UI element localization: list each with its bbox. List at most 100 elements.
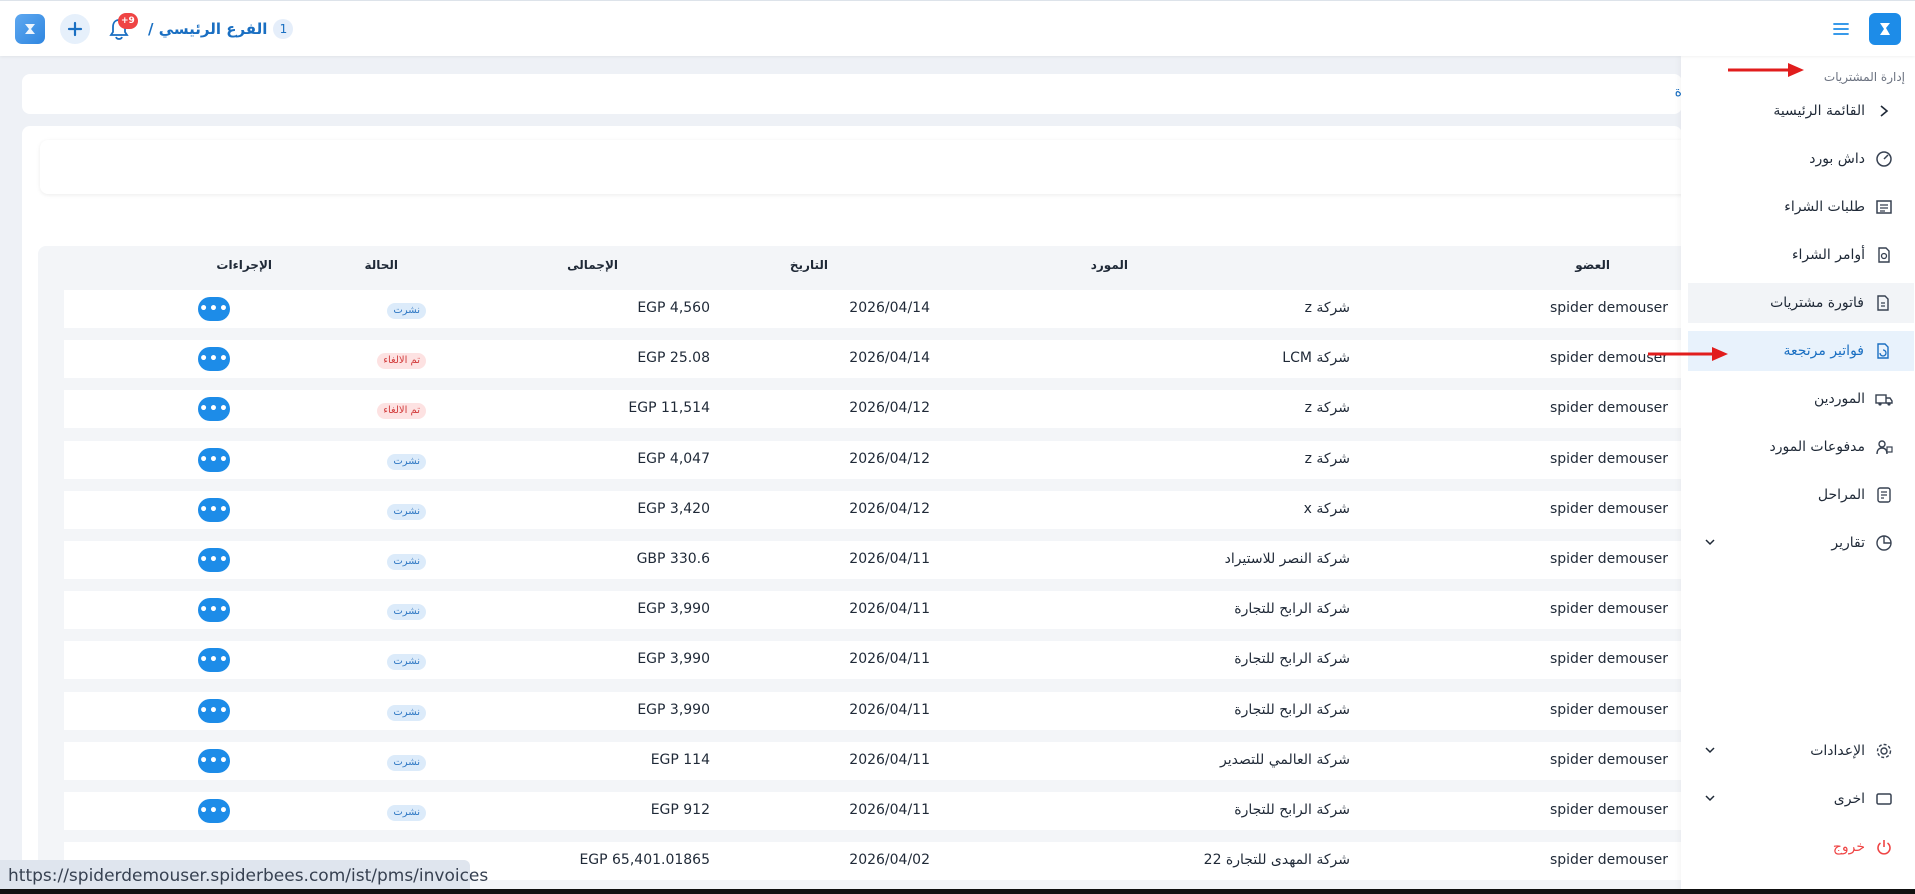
notification-count-badge: +9 bbox=[118, 13, 138, 29]
chevron-right-icon bbox=[1875, 102, 1893, 120]
cell-member: spider demouser bbox=[1549, 601, 1668, 618]
sidebar-item-reports[interactable]: تقارير bbox=[1689, 523, 1915, 563]
table-row[interactable]: spider demouser شركة الرابح للتجارة 2026/0… bbox=[64, 641, 1698, 680]
sidebar: إدارة المشتريات القائمة الرئيسية داش بور… bbox=[1681, 56, 1915, 894]
sidebar-item-label: اخرى bbox=[1833, 791, 1865, 807]
sidebar-item-suppliers[interactable]: الموردين bbox=[1689, 379, 1915, 419]
cell-member: spider demouser bbox=[1549, 751, 1668, 768]
cell-total: EGP 65,401.01865 bbox=[579, 852, 710, 869]
truck-icon bbox=[1875, 390, 1893, 408]
table-row[interactable]: spider demouser شركة z 2026/04/12 EGP 4,047… bbox=[64, 440, 1698, 479]
row-actions-button[interactable]: ••• bbox=[198, 497, 230, 522]
status-cell: تم الالغاء bbox=[377, 351, 426, 370]
cell-total: GBP 330.6 bbox=[636, 551, 710, 567]
cell-supplier: شركة z bbox=[1304, 450, 1350, 467]
cell-supplier: شركة النصر للاستيراد bbox=[1224, 551, 1350, 567]
sidebar-section-title: إدارة المشتريات bbox=[1823, 70, 1905, 84]
header-date: التاريخ bbox=[789, 258, 828, 272]
status-badge: نشرت bbox=[387, 604, 426, 621]
row-actions-button[interactable]: ••• bbox=[198, 748, 230, 773]
table-row[interactable]: spider demouser شركة x 2026/04/12 EGP 3,420… bbox=[64, 490, 1698, 529]
invoices-panel: العضو المورد التاريخ الإجمالى الحالة الإ… bbox=[22, 126, 1700, 894]
cell-total: EGP 25.08 bbox=[637, 350, 710, 367]
list-icon bbox=[1875, 198, 1893, 216]
status-badge: نشرت bbox=[387, 453, 426, 470]
status-badge: نشرت bbox=[387, 554, 426, 570]
sidebar-item-purchase-invoice[interactable]: فاتورة مشتريات bbox=[1688, 283, 1914, 323]
row-actions-button[interactable]: ••• bbox=[198, 347, 230, 372]
cell-member: spider demouser bbox=[1549, 500, 1668, 517]
row-actions-button[interactable]: ••• bbox=[198, 598, 230, 623]
sidebar-item-label: طلبات الشراء bbox=[1784, 199, 1865, 215]
header-actions: الإجراءات bbox=[216, 258, 272, 272]
chevron-down-icon[interactable] bbox=[1703, 743, 1717, 757]
cell-supplier: شركة الرابح للتجارة bbox=[1234, 601, 1350, 618]
cell-total: EGP 11,514 bbox=[628, 400, 710, 417]
chevron-down-icon[interactable] bbox=[1703, 791, 1717, 805]
cell-date: 2026/04/12 bbox=[849, 500, 930, 517]
add-icon[interactable] bbox=[60, 14, 90, 44]
sidebar-item-label: خروج bbox=[1832, 839, 1865, 855]
sidebar-item-other[interactable]: اخرى bbox=[1689, 779, 1915, 819]
hamburger-menu-icon[interactable] bbox=[1830, 18, 1852, 40]
chevron-down-icon[interactable] bbox=[1703, 535, 1717, 549]
invoices-table: العضو المورد التاريخ الإجمالى الحالة الإ… bbox=[38, 246, 1698, 894]
annotation-arrow-icon bbox=[1648, 347, 1728, 361]
branch-name: الفرع الرئيسي / bbox=[148, 20, 268, 38]
row-actions-button[interactable]: ••• bbox=[198, 799, 230, 823]
sidebar-item-label: المراحل bbox=[1817, 487, 1865, 503]
sidebar-item-logout[interactable]: خروج bbox=[1689, 827, 1915, 867]
annotation-arrow-icon bbox=[1728, 63, 1804, 77]
row-actions-button[interactable]: ••• bbox=[198, 648, 230, 673]
row-actions-button[interactable]: ••• bbox=[198, 698, 230, 723]
cell-supplier: شركة LCM bbox=[1282, 350, 1350, 367]
filter-box[interactable] bbox=[40, 140, 1700, 194]
app-logo-icon[interactable] bbox=[1869, 13, 1901, 45]
sidebar-item-label: الإعدادات bbox=[1810, 743, 1865, 759]
row-actions-button[interactable]: ••• bbox=[198, 548, 230, 572]
table-row[interactable]: spider demouser شركة الرابح للتجارة 2026/0… bbox=[64, 792, 1698, 830]
table-row[interactable]: spider demouser شركة العالمي للتصدير 2026/… bbox=[64, 741, 1698, 780]
sidebar-item-label: فاتورة مشتريات bbox=[1770, 295, 1864, 311]
table-row[interactable]: spider demouser شركة الرابح للتجارة 2026/0… bbox=[64, 591, 1698, 630]
pie-chart-icon bbox=[1875, 534, 1893, 552]
status-badge: نشرت bbox=[387, 704, 426, 721]
brand-logo-icon[interactable] bbox=[15, 14, 45, 44]
sidebar-item-purchase-requests[interactable]: طلبات الشراء bbox=[1689, 187, 1915, 227]
cell-date: 2026/04/11 bbox=[849, 751, 930, 768]
table-row[interactable]: spider demouser شركة z 2026/04/12 EGP 11,51… bbox=[64, 390, 1698, 429]
row-actions-button[interactable]: ••• bbox=[198, 397, 230, 422]
sidebar-item-settings[interactable]: الإعدادات bbox=[1689, 731, 1915, 771]
status-cell: نشرت bbox=[387, 703, 426, 721]
gear-icon bbox=[1875, 742, 1893, 760]
cell-total: EGP 4,560 bbox=[637, 300, 710, 316]
status-cell: نشرت bbox=[387, 452, 426, 470]
row-actions-button[interactable]: ••• bbox=[198, 297, 230, 321]
branch-number: 1 bbox=[273, 19, 294, 39]
status-badge: تم الالغاء bbox=[377, 403, 426, 420]
row-actions-button[interactable]: ••• bbox=[198, 447, 230, 472]
cell-supplier: شركة z bbox=[1304, 400, 1350, 417]
header-total: الإجمالى bbox=[567, 258, 618, 272]
table-row[interactable]: spider demouser شركة LCM 2026/04/14 EGP 25.… bbox=[64, 340, 1698, 379]
cell-supplier: شركة الرابح للتجارة bbox=[1234, 802, 1350, 818]
cell-supplier: شركة x bbox=[1303, 500, 1350, 517]
table-row[interactable]: spider demouser شركة النصر للاستيراد 2026/… bbox=[64, 541, 1698, 579]
cell-total: EGP 114 bbox=[650, 751, 710, 768]
sidebar-item-stages[interactable]: المراحل bbox=[1689, 475, 1915, 515]
table-row[interactable]: spider demouser شركة الرابح للتجارة 2026/0… bbox=[64, 691, 1698, 730]
cell-date: 2026/04/02 bbox=[849, 852, 930, 869]
cell-total: EGP 912 bbox=[650, 802, 710, 818]
dashboard-gauge-icon bbox=[1875, 150, 1893, 168]
sidebar-item-supplier-payments[interactable]: مدفوعات المورد bbox=[1689, 427, 1915, 467]
sidebar-item-main-menu[interactable]: القائمة الرئيسية bbox=[1689, 91, 1915, 131]
branch-selector[interactable]: 1 الفرع الرئيسي / bbox=[148, 18, 294, 40]
sidebar-item-label: مدفوعات المورد bbox=[1769, 439, 1866, 455]
cell-supplier: شركة الرابح للتجارة bbox=[1234, 701, 1350, 718]
table-row[interactable]: spider demouser شركة z 2026/04/14 EGP 4,560… bbox=[64, 290, 1698, 328]
header-supplier: المورد bbox=[1090, 258, 1128, 272]
cell-member: spider demouser bbox=[1549, 551, 1668, 567]
sidebar-item-purchase-orders[interactable]: أوامر الشراء bbox=[1689, 235, 1915, 275]
sidebar-item-dashboard[interactable]: داش بورد bbox=[1689, 139, 1915, 179]
cell-date: 2026/04/12 bbox=[849, 400, 930, 417]
